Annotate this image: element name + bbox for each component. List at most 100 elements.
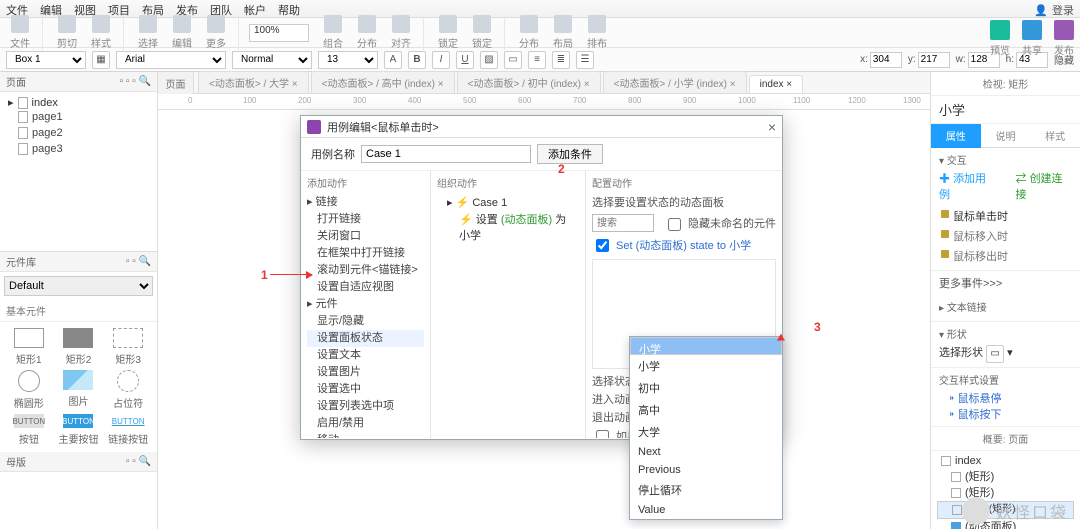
pages-tools[interactable]: ▫ ▫ ▫ 🔍 — [120, 76, 151, 87]
tool-layout[interactable]: 布局 — [549, 15, 577, 50]
shape-button[interactable]: BUTTON按钮 — [6, 414, 52, 446]
ruler-horizontal: 0100200300400500600700800900100011001200… — [158, 94, 930, 110]
side-tab[interactable]: 页面 — [158, 72, 194, 94]
font-size-select[interactable]: 13 — [318, 51, 378, 69]
tab-page[interactable]: index × — [749, 75, 804, 93]
event-click[interactable]: 鼠标单击时 — [939, 206, 1072, 226]
tab-style[interactable]: 样式 — [1030, 124, 1080, 148]
align-left[interactable]: ≣ — [552, 51, 570, 69]
library-tools[interactable]: ▫ ▫ 🔍 — [126, 256, 151, 267]
case-name-input[interactable] — [361, 145, 531, 163]
menu-item[interactable]: 布局 — [142, 2, 164, 15]
font-weight-select[interactable]: Normal — [232, 51, 312, 69]
tool-arrange[interactable]: 排布 — [583, 15, 611, 50]
add-case-link[interactable]: ✚ 添加用例 — [939, 170, 996, 202]
tab-properties[interactable]: 属性 — [931, 124, 981, 148]
library-section: 基本元件 — [0, 300, 157, 322]
add-condition-button[interactable]: 添加条件 — [537, 144, 603, 164]
tab-state[interactable]: <动态面板> / 小学 (index) × — [603, 71, 747, 93]
tool-align[interactable]: 对齐 — [387, 15, 415, 50]
mousedown-style[interactable]: 鼠标按下 — [958, 409, 1002, 421]
tool-select[interactable]: 选择 — [134, 15, 162, 50]
annotation-1: 1 — [261, 268, 268, 282]
font-select[interactable]: Arial — [116, 51, 226, 69]
widget-name-select[interactable]: Box 1 — [6, 51, 86, 69]
coord-x: x: — [860, 52, 902, 68]
shape-primary-button[interactable]: BUTTON主要按钮 — [56, 414, 102, 446]
shape-placeholder[interactable]: 占位符 — [105, 370, 151, 410]
shape-rect1[interactable]: 矩形1 — [6, 328, 52, 366]
pages-tree[interactable]: ▸index page1 page2 page3 — [0, 92, 157, 161]
more-events[interactable]: 更多事件>>> — [931, 271, 1080, 295]
tool-cut[interactable]: 剪切 — [53, 15, 81, 50]
shape-rect3[interactable]: 矩形3 — [105, 328, 151, 366]
tool-distribute[interactable]: 分布 — [353, 15, 381, 50]
widget-color[interactable]: ▦ — [92, 51, 110, 69]
tab-notes[interactable]: 说明 — [981, 124, 1031, 148]
canvas-tabs: <动态面板> / 大学 × <动态面板> / 高中 (index) × <动态面… — [158, 72, 930, 94]
event-mouseout[interactable]: 鼠标移出时 — [939, 246, 1072, 266]
hover-style[interactable]: 鼠标悬停 — [958, 393, 1002, 405]
inspector-tabs: 属性 说明 样式 — [931, 124, 1080, 148]
coord-y: y: — [908, 52, 950, 68]
share-button[interactable]: 共享 — [1022, 20, 1042, 57]
tool-style[interactable]: 样式 — [87, 15, 115, 50]
shape-ellipse[interactable]: 椭圆形 — [6, 370, 52, 410]
login-link[interactable]: 👤 登录 — [1034, 2, 1074, 18]
tool-dist2[interactable]: 分布 — [515, 15, 543, 50]
cfg-search-input[interactable] — [592, 214, 654, 232]
bold-button[interactable]: B — [408, 51, 426, 69]
dialog-title: 用例编辑<鼠标单击时> — [327, 119, 439, 135]
preview-button[interactable]: 预览 — [990, 20, 1010, 57]
event-mousein[interactable]: 鼠标移入时 — [939, 226, 1072, 246]
tool-more[interactable]: 更多 — [202, 15, 230, 50]
hide-unnamed-checkbox[interactable]: 隐藏未命名的元件 — [664, 215, 776, 234]
user-icon: 👤 — [1034, 4, 1048, 17]
menu-item[interactable]: 帐户 — [244, 2, 266, 15]
publish-button[interactable]: 发布 — [1054, 20, 1074, 57]
action-node[interactable]: ⚡ 设置 (动态面板) 为 小学 — [437, 211, 579, 243]
create-link-link[interactable]: ⇄ 创建连接 — [1016, 170, 1073, 202]
coord-x-input[interactable] — [870, 52, 902, 68]
watermark: 妖怪口袋 — [962, 497, 1068, 525]
fill-color[interactable]: ▨ — [480, 51, 498, 69]
tab-state[interactable]: <动态面板> / 高中 (index) × — [311, 71, 455, 93]
select-shape[interactable]: 选择形状 ▭ ▾ — [939, 344, 1072, 363]
menu-item[interactable]: 发布 — [176, 2, 198, 15]
menu-item[interactable]: 编辑 — [40, 2, 62, 15]
page-icon — [18, 127, 28, 139]
actions-tree[interactable]: ▸ 链接打开链接关闭窗口在框架中打开链接滚动到元件<锚链接>设置自适应视图▸ 元… — [307, 194, 424, 438]
underline-button[interactable]: U — [456, 51, 474, 69]
tab-state[interactable]: <动态面板> / 大学 × — [198, 71, 309, 93]
case-node[interactable]: ▸ ⚡ Case 1 — [437, 194, 579, 211]
zoom-select[interactable]: 100% — [249, 24, 309, 42]
italic-button[interactable]: I — [432, 51, 450, 69]
font-color[interactable]: A — [384, 51, 402, 69]
tool-edit[interactable]: 编辑 — [168, 15, 196, 50]
shape-rect2[interactable]: 矩形2 — [56, 328, 102, 366]
target-widget-item[interactable]: Set (动态面板) state to 小学 — [592, 236, 776, 255]
state-select-dropdown[interactable]: 小学小学初中高中大学NextPrevious停止循环Value — [629, 336, 783, 520]
menu-item[interactable]: 帮助 — [278, 2, 300, 15]
border-style[interactable]: ▭ — [504, 51, 522, 69]
tool-lock2[interactable]: 锁定 — [468, 15, 496, 50]
menu-item[interactable]: 团队 — [210, 2, 232, 15]
arrow-icon — [778, 340, 779, 341]
menu-item[interactable]: 视图 — [74, 2, 96, 15]
tool-group[interactable]: 组合 — [319, 15, 347, 50]
tool-file[interactable]: 文件 — [6, 15, 34, 50]
border-width[interactable]: ≡ — [528, 51, 546, 69]
interactions-section: ▾ 交互 — [939, 152, 1072, 167]
shape-section: ▾ 形状 — [939, 326, 1072, 341]
menu-item[interactable]: 项目 — [108, 2, 130, 15]
tool-lock[interactable]: 锁定 — [434, 15, 462, 50]
valign[interactable]: ☰ — [576, 51, 594, 69]
page-icon — [18, 143, 28, 155]
shape-image[interactable]: 图片 — [56, 370, 102, 410]
coord-y-input[interactable] — [918, 52, 950, 68]
close-icon[interactable]: × — [768, 119, 776, 135]
library-select[interactable]: Default — [4, 276, 153, 296]
menu-item[interactable]: 文件 — [6, 2, 28, 15]
tab-state[interactable]: <动态面板> / 初中 (index) × — [457, 71, 601, 93]
shape-link-button[interactable]: BUTTON链接按钮 — [105, 414, 151, 446]
